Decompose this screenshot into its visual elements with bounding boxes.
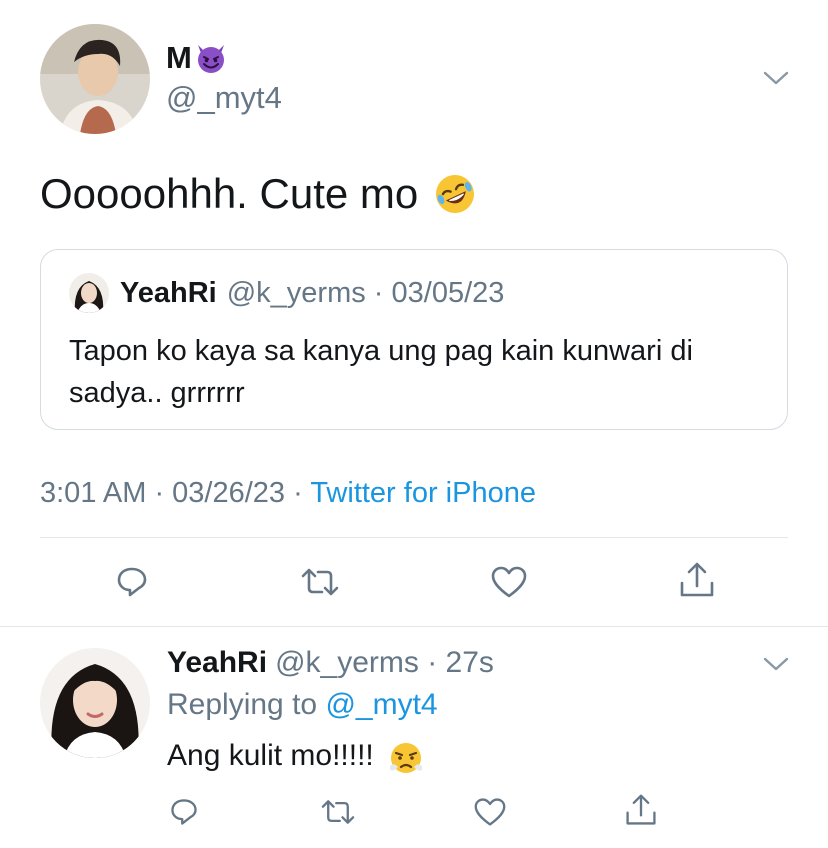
share-button[interactable] (675, 558, 719, 602)
main-tweet-avatar[interactable] (40, 24, 150, 134)
like-button[interactable] (487, 560, 531, 604)
retweet-icon (321, 800, 355, 824)
smiling-imp-emoji-icon (197, 45, 224, 73)
reply-chevron-down-icon[interactable] (763, 656, 789, 672)
triumph-emoji-icon (389, 743, 422, 773)
reply-tweet-avatar[interactable] (40, 648, 150, 758)
like-icon (474, 798, 506, 826)
main-tweet-display-name[interactable]: M (166, 40, 228, 76)
main-tweet-handle[interactable]: @_myt4 (166, 80, 282, 116)
tweet-timestamp-row: 3:01 AM · 03/26/23 · Twitter for iPhone (40, 477, 536, 510)
reply-tweet-retweet-button[interactable] (318, 792, 358, 832)
divider (40, 537, 788, 538)
share-icon (680, 562, 714, 597)
quoted-tweet-handle-date: @k_yerms · 03/05/23 (226, 277, 505, 309)
quoted-tweet-text: Tapon ko kaya sa kanya ung pag kain kunw… (69, 335, 693, 409)
reply-tweet-like-button[interactable] (470, 792, 510, 832)
chevron-down-icon[interactable] (763, 70, 789, 86)
tweet-source-link[interactable]: Twitter for iPhone (310, 477, 536, 509)
reply-tweet-header: YeahRi @k_yerms · 27s (167, 646, 494, 680)
rofl-emoji-icon (436, 175, 475, 213)
quoted-tweet-avatar (69, 273, 109, 313)
reply-tweet-reply-button[interactable] (164, 792, 204, 832)
reply-icon (117, 567, 147, 597)
reply-tweet-text: Ang kulit mo!!!!! (167, 736, 426, 776)
reply-button[interactable] (110, 560, 154, 604)
section-divider (0, 626, 828, 627)
reply-tweet-share-button[interactable] (621, 790, 661, 830)
retweet-button[interactable] (298, 560, 342, 604)
share-icon (626, 794, 656, 825)
reply-tweet-handle-time: @k_yerms · 27s (275, 646, 494, 679)
like-icon (491, 566, 527, 598)
quoted-tweet-card[interactable]: YeahRi @k_yerms · 03/05/23 Tapon ko kaya… (40, 249, 788, 430)
tweet-timestamp: 3:01 AM · 03/26/23 · (40, 477, 311, 509)
retweet-icon (301, 568, 339, 596)
reply-tweet-display-name[interactable]: YeahRi (167, 646, 267, 680)
replying-to-line: Replying to @_myt4 (167, 688, 438, 721)
main-tweet-text: Ooooohhh. Cute mo (40, 170, 478, 218)
reply-icon (171, 799, 197, 825)
quoted-tweet-display-name: YeahRi (120, 277, 217, 309)
quoted-tweet-header: YeahRi @k_yerms · 03/05/23 (120, 277, 504, 310)
replying-to-link[interactable]: @_myt4 (325, 688, 437, 721)
